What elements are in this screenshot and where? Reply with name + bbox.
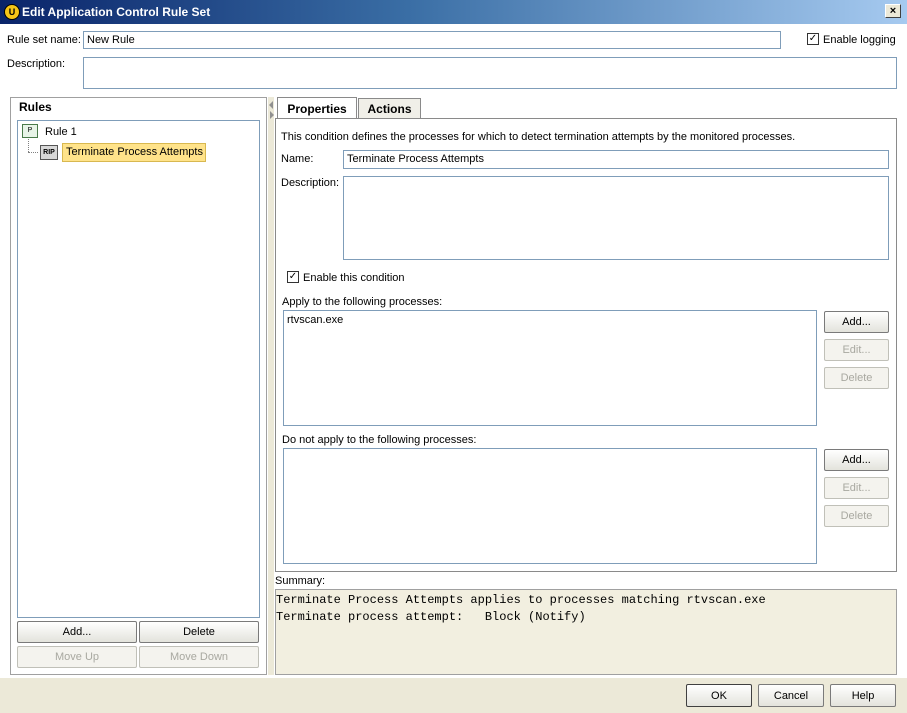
rule-set-name-input[interactable]: New Rule <box>83 31 781 49</box>
apply-add-button[interactable]: Add... <box>824 311 889 333</box>
condition-intro-text: This condition defines the processes for… <box>281 131 796 143</box>
tree-item-rule-1[interactable]: Rule 1 <box>45 126 77 138</box>
rip-condition-icon: RIP <box>40 145 58 160</box>
cancel-button[interactable]: Cancel <box>758 684 824 707</box>
rules-tree[interactable] <box>17 120 260 618</box>
summary-line-2: Terminate process attempt: Block (Notify… <box>276 610 586 624</box>
condition-description-label: Description: <box>281 177 340 189</box>
not-apply-edit-button[interactable]: Edit... <box>824 477 889 499</box>
description-label: Description: <box>7 58 66 70</box>
collapse-left-arrow-icon[interactable] <box>269 101 273 109</box>
apply-processes-label: Apply to the following processes: <box>282 296 443 308</box>
condition-name-label: Name: <box>281 153 314 165</box>
close-button[interactable]: × <box>885 4 901 18</box>
condition-description-input[interactable] <box>343 176 889 260</box>
delete-rule-button[interactable]: Delete <box>139 621 259 643</box>
not-apply-processes-list[interactable] <box>283 448 817 564</box>
not-apply-processes-label: Do not apply to the following processes: <box>282 434 477 446</box>
summary-line-1: Terminate Process Attempts applies to pr… <box>276 593 766 607</box>
list-item[interactable]: rtvscan.exe <box>287 314 813 326</box>
window-title: Edit Application Control Rule Set <box>22 5 211 19</box>
add-rule-button[interactable]: Add... <box>17 621 137 643</box>
move-down-button[interactable]: Move Down <box>139 646 259 668</box>
rules-group-title: Rules <box>17 100 54 114</box>
tree-item-terminate-process-attempts[interactable]: Terminate Process Attempts <box>62 143 206 162</box>
tree-connector <box>28 152 38 153</box>
move-up-button[interactable]: Move Up <box>17 646 137 668</box>
ok-button[interactable]: OK <box>686 684 752 707</box>
enable-condition-checkbox[interactable]: ✓ <box>287 271 299 283</box>
enable-logging-checkbox[interactable]: ✓ <box>807 33 819 45</box>
apply-edit-button[interactable]: Edit... <box>824 339 889 361</box>
enable-condition-label: Enable this condition <box>303 272 405 284</box>
tree-connector <box>28 139 29 152</box>
title-bar: U Edit Application Control Rule Set × <box>0 0 907 24</box>
description-input[interactable] <box>83 57 897 89</box>
tab-actions[interactable]: Actions <box>358 98 421 118</box>
rule-set-name-label: Rule set name: <box>7 34 81 46</box>
not-apply-add-button[interactable]: Add... <box>824 449 889 471</box>
not-apply-delete-button[interactable]: Delete <box>824 505 889 527</box>
rule-icon: P <box>22 124 38 138</box>
tab-properties[interactable]: Properties <box>277 97 357 119</box>
help-button[interactable]: Help <box>830 684 896 707</box>
apply-processes-list[interactable]: rtvscan.exe <box>283 310 817 426</box>
enable-logging-label: Enable logging <box>823 34 896 46</box>
condition-name-input[interactable]: Terminate Process Attempts <box>343 150 889 169</box>
splitter-handle[interactable] <box>268 97 274 675</box>
expand-right-arrow-icon[interactable] <box>270 111 274 119</box>
summary-label: Summary: <box>275 575 326 587</box>
app-shield-icon: U <box>4 4 20 20</box>
apply-delete-button[interactable]: Delete <box>824 367 889 389</box>
